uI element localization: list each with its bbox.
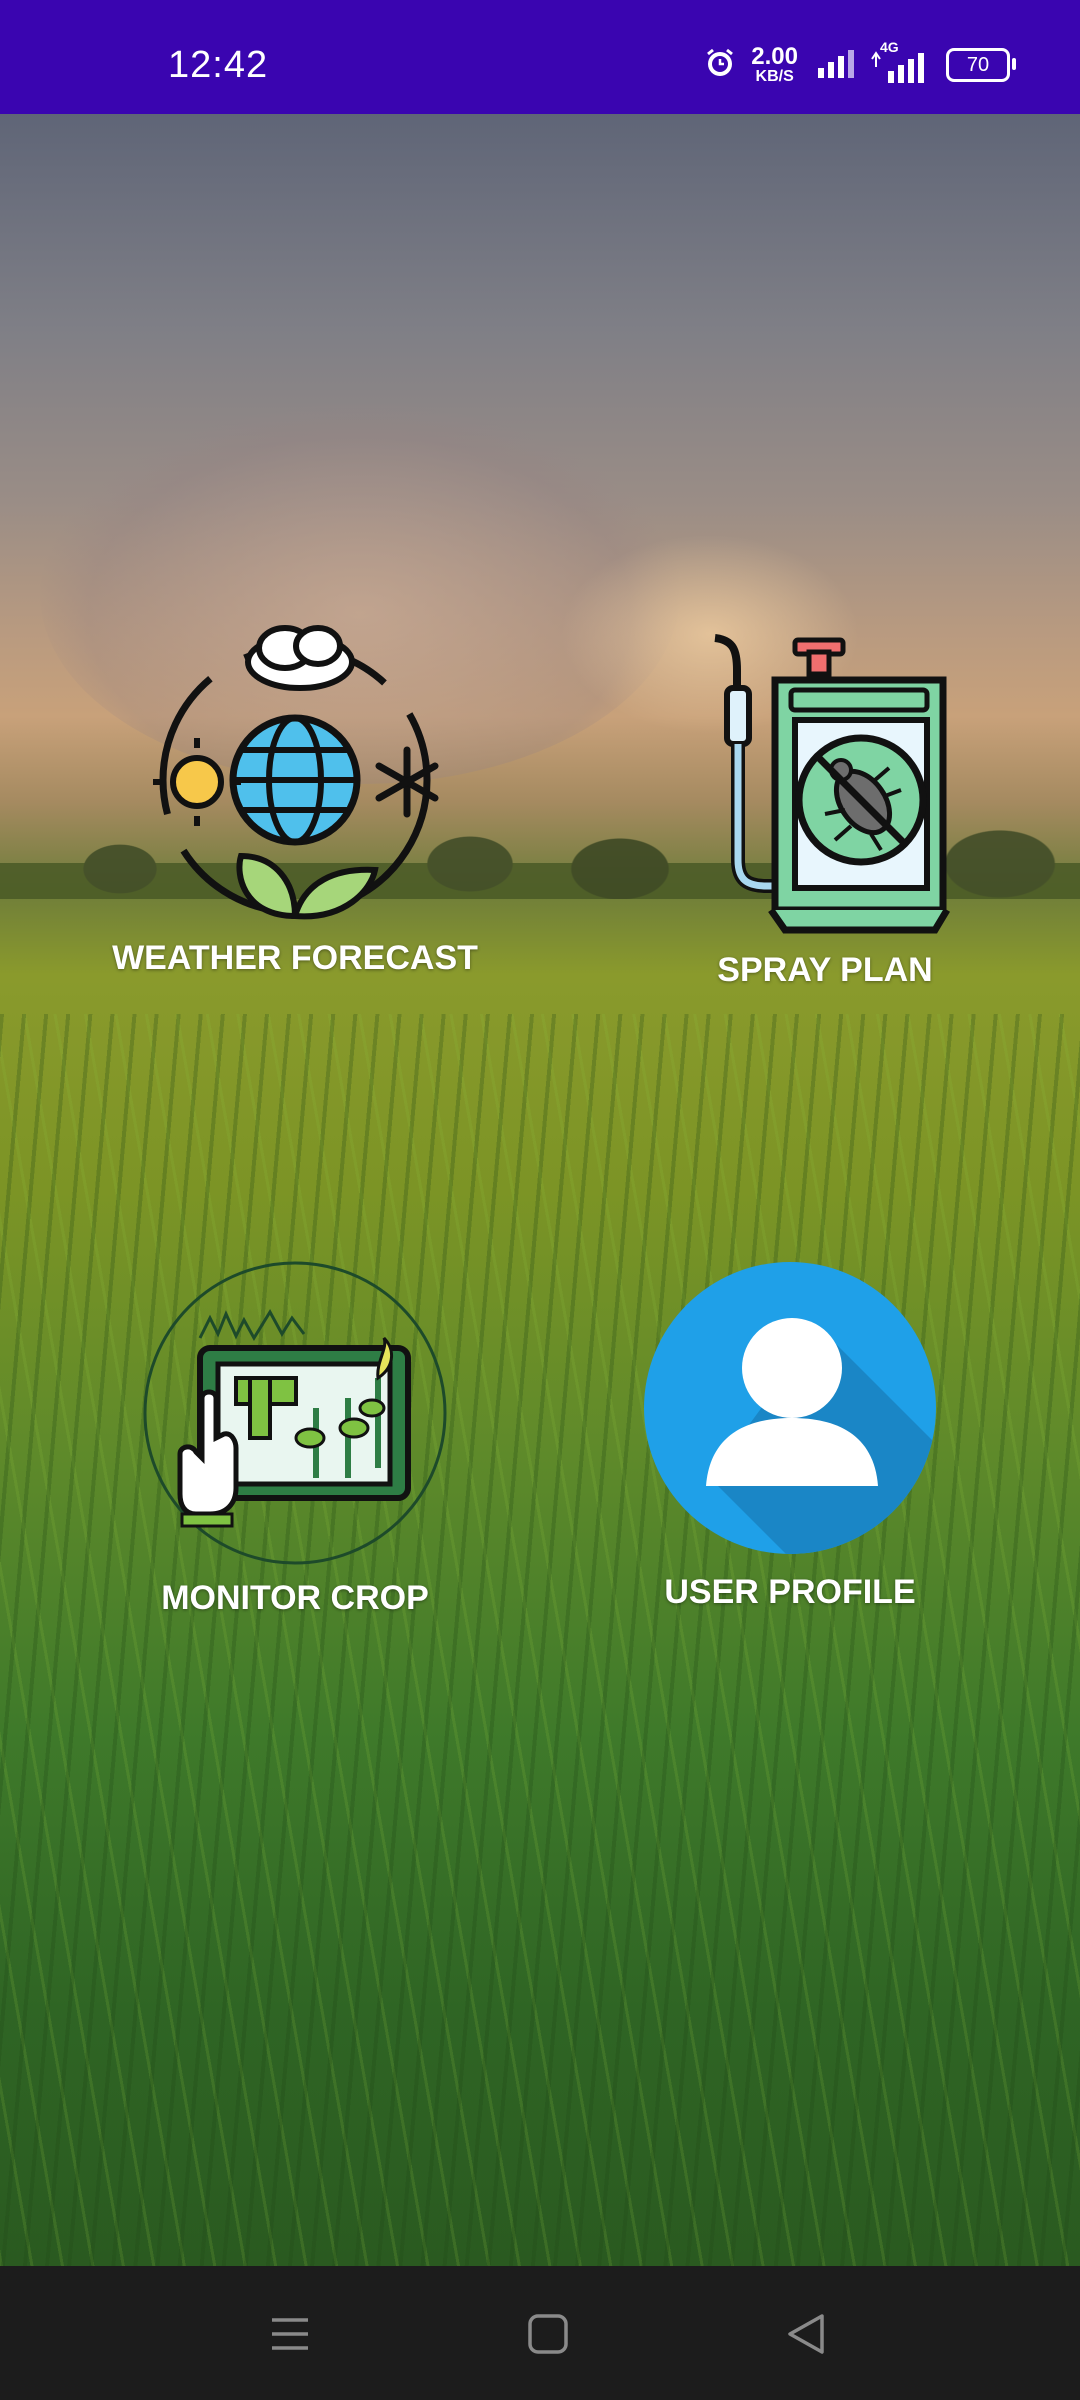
- monitor-crop-tile[interactable]: MONITOR CROP: [110, 1258, 480, 1618]
- weather-forecast-label: WEATHER FORECAST: [112, 939, 478, 977]
- crop-monitor-icon: [140, 1258, 450, 1573]
- status-bar: 12:42 2.00 KB/S 4G 70: [0, 0, 1080, 114]
- field-background: [0, 114, 1080, 2266]
- sprayer-icon: [675, 630, 975, 945]
- back-icon[interactable]: [774, 2302, 838, 2366]
- alarm-icon: [703, 46, 737, 85]
- menu-icon[interactable]: [258, 2302, 322, 2366]
- monitor-crop-label: MONITOR CROP: [161, 1579, 429, 1617]
- status-time: 12:42: [168, 44, 269, 86]
- weather-forecast-tile[interactable]: WEATHER FORECAST: [110, 620, 480, 978]
- user-avatar-icon: [640, 1258, 940, 1563]
- network-4g-icon: 4G: [870, 39, 932, 83]
- speed-unit: KB/S: [755, 68, 794, 85]
- battery-icon: 70: [946, 48, 1016, 82]
- spray-plan-label: SPRAY PLAN: [717, 951, 933, 989]
- network-speed: 2.00 KB/S: [751, 45, 798, 85]
- spray-plan-tile[interactable]: SPRAY PLAN: [640, 630, 1010, 990]
- status-icons: 2.00 KB/S 4G 70: [703, 39, 1016, 90]
- battery-level: 70: [966, 53, 990, 76]
- user-profile-label: USER PROFILE: [664, 1573, 916, 1611]
- system-nav-bar: [0, 2266, 1080, 2400]
- signal-icon: [816, 48, 856, 83]
- speed-value: 2.00: [751, 43, 798, 70]
- home-icon[interactable]: [516, 2302, 580, 2366]
- user-profile-tile[interactable]: USER PROFILE: [620, 1258, 960, 1612]
- weather-globe-icon: [135, 620, 455, 945]
